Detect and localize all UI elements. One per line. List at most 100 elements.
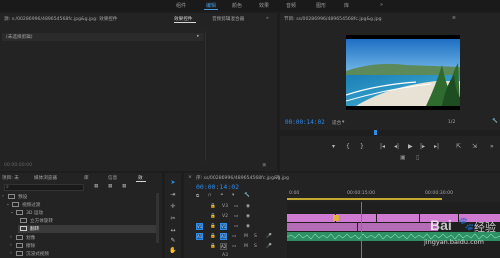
- tree-item-iris[interactable]: › 划像: [10, 234, 160, 241]
- timeline-timecode[interactable]: 00:00:14:02: [196, 183, 239, 191]
- ripple-edit-tool-icon[interactable]: ✛: [169, 203, 177, 211]
- fit-chevron-icon[interactable]: ▾: [342, 120, 344, 125]
- track-lock-icon[interactable]: 🔒: [210, 224, 216, 229]
- workspace-tab-editing[interactable]: 编辑: [206, 2, 216, 9]
- export-frame-icon[interactable]: ▣: [400, 154, 406, 161]
- tab-info[interactable]: 信息: [108, 175, 117, 181]
- track-lock-icon[interactable]: 🔒: [210, 204, 216, 209]
- timeline-settings-icon[interactable]: 🔧: [244, 193, 250, 198]
- quality-dropdown[interactable]: 1/2: [448, 120, 455, 125]
- track-output-icon[interactable]: ▭: [234, 214, 238, 219]
- track-header-v2[interactable]: 🔒 V2 ▭ ◉: [194, 212, 286, 221]
- tree-expand-icon[interactable]: ›: [2, 194, 4, 199]
- nest-icon[interactable]: ⧉: [196, 193, 199, 199]
- track-header-a1[interactable]: A1 🔒 A1 ▭ M S 🎤: [194, 232, 286, 241]
- fit-dropdown[interactable]: 适合: [332, 120, 341, 126]
- timeline-ruler[interactable]: 0:00 00:00:15:00 00:00:30:00: [287, 190, 500, 200]
- video-clip-3[interactable]: [377, 214, 419, 222]
- voice-over-mic-icon[interactable]: 🎤: [266, 244, 272, 249]
- source-patch-v1[interactable]: V1: [196, 223, 203, 230]
- compare-icon[interactable]: ▯: [416, 154, 419, 161]
- sequence-menu-icon[interactable]: ≡: [276, 175, 280, 180]
- tree-item-video-transitions[interactable]: ⌄ 视频过渡: [6, 201, 156, 208]
- timeline-close-icon[interactable]: ×: [188, 175, 192, 180]
- workspace-tab-audio[interactable]: 音频: [286, 2, 296, 9]
- mute-button[interactable]: M: [244, 234, 248, 239]
- razor-tool-icon[interactable]: ✂: [169, 215, 177, 223]
- tree-item-immersive-video[interactable]: › 沉浸式视频: [10, 250, 160, 257]
- mark-in-icon[interactable]: {: [346, 143, 350, 150]
- track-target-a1[interactable]: A1: [220, 233, 227, 240]
- video-clip-1[interactable]: [287, 214, 335, 222]
- track-output-icon[interactable]: ▭: [234, 224, 238, 229]
- video-clip-v1-2[interactable]: [358, 223, 438, 231]
- play-button[interactable]: ▶: [408, 143, 413, 150]
- track-select-tool-icon[interactable]: ⇥: [169, 191, 177, 199]
- track-lock-icon[interactable]: 🔒: [210, 234, 216, 239]
- slip-tool-icon[interactable]: ↔: [169, 227, 177, 235]
- track-lock-icon[interactable]: 🔒: [210, 244, 216, 249]
- solo-button[interactable]: S: [254, 234, 257, 239]
- tree-collapse-icon[interactable]: ⌄: [10, 210, 14, 215]
- program-title[interactable]: 节目: ss/00286996/489654568fc.jpg&g.jpg: [284, 16, 382, 22]
- tree-expand-icon[interactable]: ›: [10, 235, 12, 240]
- effects-scrollbar[interactable]: [156, 193, 159, 243]
- add-marker-icon[interactable]: ▾: [232, 193, 234, 198]
- workspace-tab-libraries[interactable]: 库: [344, 2, 349, 9]
- track-header-v1[interactable]: V1 🔒 V1 ▭ ◉: [194, 222, 286, 231]
- overflow-icon[interactable]: »: [490, 143, 494, 150]
- source-patch-a1[interactable]: A1: [196, 233, 203, 240]
- tree-item-flip-over[interactable]: 翻转: [18, 225, 156, 233]
- tree-expand-icon[interactable]: ›: [10, 243, 12, 248]
- effects-search-input[interactable]: ⌕: [4, 184, 84, 191]
- track-header-v3[interactable]: 🔒 V3 ▭ ◉: [194, 202, 286, 211]
- work-area-bar[interactable]: [287, 198, 442, 200]
- video-clip-v1-1[interactable]: [287, 223, 357, 231]
- program-timecode[interactable]: 00:00:14:02: [285, 119, 325, 126]
- 32bit-effects-icon[interactable]: ▦: [108, 184, 112, 189]
- program-scrubber[interactable]: [280, 130, 500, 136]
- track-lock-icon[interactable]: 🔒: [210, 214, 216, 219]
- tree-item-cube-spin[interactable]: 立方体旋转: [20, 217, 160, 224]
- go-to-out-icon[interactable]: ▸|: [434, 143, 439, 150]
- track-eye-icon[interactable]: ◉: [246, 214, 250, 219]
- sequence-title[interactable]: 序: ss/00286996/489654568fc.jpg&g.jpg: [196, 175, 289, 181]
- lift-icon[interactable]: ⇱: [456, 143, 461, 150]
- step-back-icon[interactable]: ◂|: [394, 143, 399, 150]
- workspace-tab-graphics[interactable]: 图形: [316, 2, 326, 9]
- program-menu-icon[interactable]: ≡: [452, 16, 456, 21]
- video-clip-2[interactable]: [333, 214, 376, 222]
- tab-libraries[interactable]: 库: [84, 175, 89, 181]
- track-eye-icon[interactable]: ◉: [246, 224, 250, 229]
- step-forward-icon[interactable]: |▸: [420, 143, 425, 150]
- tab-media-browser[interactable]: 媒体浏览器: [34, 175, 57, 181]
- track-sync-icon[interactable]: ▭: [232, 244, 236, 249]
- track-eye-icon[interactable]: ◉: [246, 204, 250, 209]
- tree-item-presets[interactable]: › 预设: [2, 193, 152, 200]
- linked-selection-icon[interactable]: ⚭: [220, 193, 224, 198]
- track-header-a3[interactable]: A3: [194, 252, 286, 258]
- track-sync-icon[interactable]: ▭: [232, 234, 236, 239]
- transition-marker-icon[interactable]: [333, 215, 339, 221]
- solo-button[interactable]: S: [254, 244, 257, 249]
- track-output-icon[interactable]: ▭: [234, 204, 238, 209]
- timeline-playhead[interactable]: [361, 202, 362, 258]
- program-playhead[interactable]: [374, 130, 377, 135]
- export-icon[interactable]: ▣: [262, 163, 266, 168]
- wrench-icon[interactable]: 🔧: [492, 119, 498, 124]
- tree-item-wipe[interactable]: › 擦除: [10, 242, 160, 249]
- voice-over-mic-icon[interactable]: 🎤: [266, 234, 272, 239]
- panel-overflow-icon[interactable]: »: [266, 16, 269, 21]
- tab-audio-clip-mixer[interactable]: 音频剪辑混合器: [212, 16, 244, 22]
- selection-tool-icon[interactable]: ➤: [169, 179, 177, 187]
- tree-expand-icon[interactable]: ›: [10, 251, 12, 256]
- extract-icon[interactable]: ⇲: [472, 143, 477, 150]
- track-header-a2[interactable]: 🔒 A2 ▭ M S 🎤: [194, 242, 286, 251]
- go-to-in-icon[interactable]: |◂: [380, 143, 385, 150]
- workspace-overflow-icon[interactable]: »: [380, 2, 383, 8]
- mute-button[interactable]: M: [244, 244, 248, 249]
- track-target-v1[interactable]: V1: [220, 223, 227, 230]
- tree-collapse-icon[interactable]: ⌄: [6, 202, 10, 207]
- workspace-tab-color[interactable]: 颜色: [232, 2, 242, 9]
- accelerated-effects-icon[interactable]: ▦: [94, 184, 98, 189]
